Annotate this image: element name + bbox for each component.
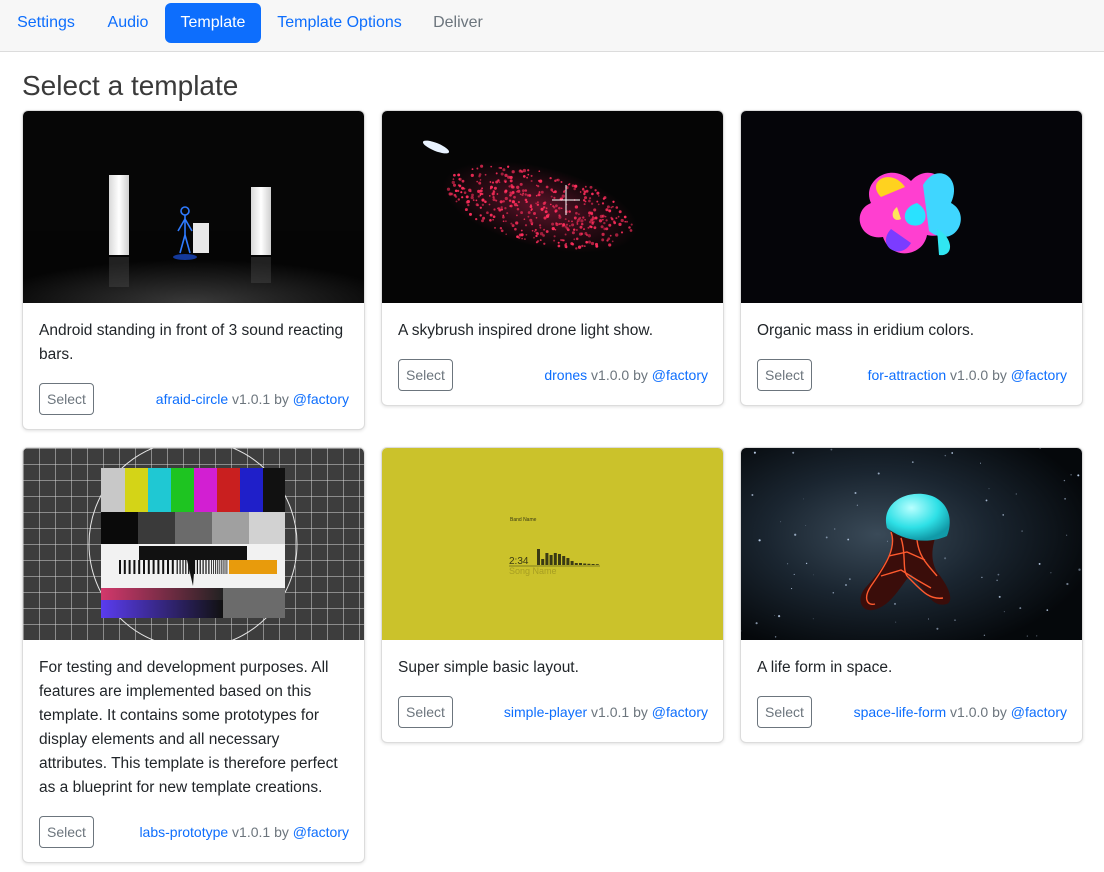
author-link[interactable]: @factory (1011, 704, 1067, 720)
android-bars-thumbnail (23, 111, 364, 303)
template-meta: labs-prototype v1.0.1 by @factory (139, 822, 349, 842)
template-card-for-attraction: Organic mass in eridium colors. Select f… (740, 110, 1083, 406)
template-description: Super simple basic layout. (398, 659, 579, 676)
template-description: Android standing in front of 3 sound rea… (39, 322, 344, 363)
template-meta: space-life-form v1.0.0 by @factory (854, 702, 1067, 722)
template-card-labs-prototype: For testing and development purposes. Al… (22, 447, 365, 863)
author-link[interactable]: @factory (293, 391, 349, 407)
by-text: by (274, 391, 289, 407)
template-card-drones: A skybrush inspired drone light show. Se… (381, 110, 724, 406)
by-text: by (633, 367, 648, 383)
template-card-space-life-form: A life form in space. Select space-life-… (740, 447, 1083, 743)
template-meta: drones v1.0.0 by @factory (544, 365, 708, 385)
select-button[interactable]: Select (39, 383, 94, 415)
template-name-link[interactable]: space-life-form (854, 704, 947, 720)
author-link[interactable]: @factory (652, 704, 708, 720)
by-text: by (992, 704, 1007, 720)
template-version: v1.0.0 (950, 367, 989, 383)
song-name-label: Song Name (509, 566, 557, 576)
tab-settings[interactable]: Settings (6, 3, 86, 43)
tab-template[interactable]: Template (165, 3, 261, 43)
author-link[interactable]: @factory (293, 824, 349, 840)
by-text: by (633, 704, 648, 720)
test-pattern-thumbnail (23, 448, 364, 640)
template-version: v1.0.0 (950, 704, 989, 720)
template-description: Organic mass in eridium colors. (757, 322, 975, 339)
template-card-afraid-circle: Android standing in front of 3 sound rea… (22, 110, 365, 430)
template-card-simple-player: Band Name 2:34 Song Name Super simple ba… (381, 447, 724, 743)
drone-swarm-thumbnail (382, 111, 723, 303)
select-button[interactable]: Select (398, 359, 453, 391)
template-name-link[interactable]: labs-prototype (139, 824, 228, 840)
page-title: Select a template (22, 70, 239, 101)
template-name-link[interactable]: afraid-circle (156, 391, 228, 407)
top-nav: Settings Audio Template Template Options… (0, 0, 1104, 52)
template-meta: simple-player v1.0.1 by @factory (504, 702, 708, 722)
by-text: by (992, 367, 1007, 383)
template-meta: for-attraction v1.0.0 by @factory (868, 365, 1067, 385)
author-link[interactable]: @factory (1011, 367, 1067, 383)
template-version: v1.0.1 (232, 391, 271, 407)
template-description: A skybrush inspired drone light show. (398, 322, 654, 339)
select-button[interactable]: Select (39, 816, 94, 848)
template-version: v1.0.1 (591, 704, 630, 720)
simple-player-thumbnail: Band Name 2:34 Song Name (382, 448, 723, 640)
space-life-form-thumbnail (741, 448, 1082, 640)
by-text: by (274, 824, 289, 840)
tab-template-options[interactable]: Template Options (267, 3, 412, 43)
select-button[interactable]: Select (757, 696, 812, 728)
template-description: For testing and development purposes. Al… (39, 659, 338, 796)
template-version: v1.0.0 (591, 367, 630, 383)
tab-deliver[interactable]: Deliver (422, 3, 494, 43)
template-description: A life form in space. (757, 659, 893, 676)
template-version: v1.0.1 (232, 824, 271, 840)
template-name-link[interactable]: for-attraction (868, 367, 947, 383)
select-button[interactable]: Select (757, 359, 812, 391)
tab-audio[interactable]: Audio (96, 3, 160, 43)
organic-mass-thumbnail (741, 111, 1082, 303)
template-meta: afraid-circle v1.0.1 by @factory (156, 389, 349, 409)
template-name-link[interactable]: drones (544, 367, 587, 383)
author-link[interactable]: @factory (652, 367, 708, 383)
template-name-link[interactable]: simple-player (504, 704, 587, 720)
select-button[interactable]: Select (398, 696, 453, 728)
band-name-label: Band Name (510, 517, 537, 523)
